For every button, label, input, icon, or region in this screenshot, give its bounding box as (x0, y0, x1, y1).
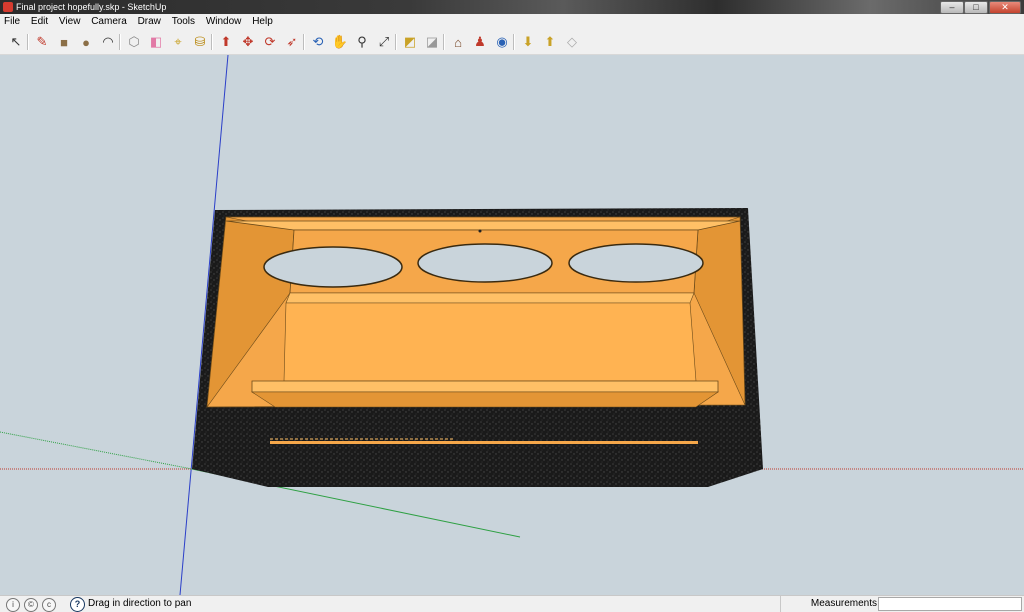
menu-draw[interactable]: Draw (134, 14, 165, 30)
front-lip[interactable] (251, 380, 719, 393)
tape-measure-icon[interactable]: ⌖ (169, 33, 187, 51)
orbit-icon[interactable]: ⟲ (309, 33, 327, 51)
menu-window[interactable]: Window (202, 14, 246, 30)
toolbar-separator (303, 34, 305, 50)
arc-icon[interactable]: ◠ (99, 33, 117, 51)
make-component-icon[interactable]: ⬡ (125, 33, 143, 51)
toolbar-separator (443, 34, 445, 50)
share-model-icon[interactable]: ♟ (471, 33, 489, 51)
menu-file[interactable]: File (0, 14, 24, 30)
model-viewport[interactable] (0, 55, 1024, 595)
measurements-input[interactable] (878, 597, 1022, 611)
pencil-icon[interactable]: ✎ (33, 33, 51, 51)
measurements-label: Measurements (780, 596, 877, 612)
shelf-top (285, 292, 695, 304)
menu-tools[interactable]: Tools (168, 14, 199, 30)
main-toolbar: ↖ ✎ ■ ● ◠ ⬡ ◧ ⌖ ⛁ ⬆ ✥ ⟳ ➶ ⟲ ✋ ⚲ ⤢ ◩ ◪ ⌂ ♟ ◉ ⬇ ⬆ ◇ (0, 30, 1024, 55)
google-earth-icon[interactable]: ◉ (493, 33, 511, 51)
sketchup-app-icon[interactable] (3, 2, 13, 12)
get-components-icon[interactable]: ⬇ (519, 33, 537, 51)
menu-bar: File Edit View Camera Draw Tools Window … (0, 14, 1024, 30)
speaker-hole-center[interactable] (417, 243, 553, 283)
model-canvas[interactable] (0, 55, 1024, 595)
geo-location-icon[interactable]: i (6, 598, 20, 612)
pan-icon[interactable]: ✋ (331, 33, 349, 51)
move-icon[interactable]: ✥ (239, 33, 257, 51)
baffle-top-edge (225, 220, 741, 231)
toolbar-separator (211, 34, 213, 50)
zoom-extents-icon[interactable]: ⤢ (375, 33, 393, 51)
help-icon[interactable]: ? (70, 597, 85, 612)
back-panel[interactable] (283, 302, 697, 382)
next-view-icon[interactable]: ◪ (423, 33, 441, 51)
close-button[interactable]: ✕ (989, 1, 1021, 14)
rectangle-icon[interactable]: ■ (55, 33, 73, 51)
zoom-icon[interactable]: ⚲ (353, 33, 371, 51)
credits-icon[interactable]: © (24, 598, 38, 612)
menu-view[interactable]: View (55, 14, 85, 30)
menu-edit[interactable]: Edit (27, 14, 52, 30)
follow-me-icon[interactable]: ➶ (283, 33, 301, 51)
user-icon[interactable]: c (42, 598, 56, 612)
title-bar: Final project hopefully.skp - SketchUp –… (0, 0, 1024, 14)
eraser-icon[interactable]: ◧ (147, 33, 165, 51)
speaker-hole-left[interactable] (263, 246, 403, 288)
window-title: Final project hopefully.skp - SketchUp (16, 2, 167, 12)
minimize-button[interactable]: – (940, 1, 964, 14)
bottom-slot (270, 441, 698, 444)
maximize-button[interactable]: □ (964, 1, 988, 14)
menu-help[interactable]: Help (248, 14, 277, 30)
toolbar-separator (27, 34, 29, 50)
status-bar: i © c ? Drag in direction to pan Measure… (0, 595, 1024, 612)
circle-icon[interactable]: ● (77, 33, 95, 51)
speaker-hole-right[interactable] (568, 243, 704, 283)
rotate-icon[interactable]: ⟳ (261, 33, 279, 51)
anchor-point (478, 229, 482, 233)
status-message: Drag in direction to pan (88, 598, 192, 609)
front-lip-bottom (250, 391, 719, 408)
y-axis-negative (0, 431, 193, 470)
menu-camera[interactable]: Camera (87, 14, 131, 30)
paint-bucket-icon[interactable]: ⛁ (191, 33, 209, 51)
select-icon[interactable]: ↖ (7, 33, 25, 51)
get-models-icon[interactable]: ⌂ (449, 33, 467, 51)
toolbar-separator (119, 34, 121, 50)
previous-view-icon[interactable]: ◩ (401, 33, 419, 51)
push-pull-icon[interactable]: ⬆ (217, 33, 235, 51)
toolbar-separator (395, 34, 397, 50)
share-component-icon[interactable]: ⬆ (541, 33, 559, 51)
toolbar-separator (513, 34, 515, 50)
extension-icon[interactable]: ◇ (563, 33, 581, 51)
